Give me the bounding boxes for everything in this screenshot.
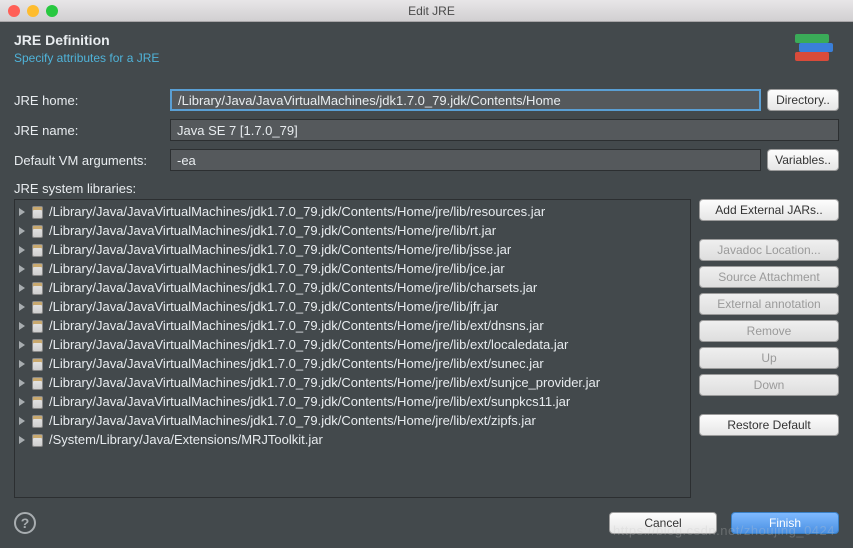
list-item-label: /Library/Java/JavaVirtualMachines/jdk1.7… bbox=[49, 412, 536, 429]
directory-button[interactable]: Directory.. bbox=[767, 89, 839, 111]
jre-name-input[interactable] bbox=[170, 119, 839, 141]
jar-icon bbox=[29, 319, 45, 333]
jar-icon bbox=[29, 281, 45, 295]
jar-icon bbox=[29, 262, 45, 276]
list-item[interactable]: /Library/Java/JavaVirtualMachines/jdk1.7… bbox=[15, 259, 690, 278]
jar-icon bbox=[29, 357, 45, 371]
list-item[interactable]: /Library/Java/JavaVirtualMachines/jdk1.7… bbox=[15, 316, 690, 335]
chevron-right-icon[interactable] bbox=[19, 379, 25, 387]
list-item[interactable]: /Library/Java/JavaVirtualMachines/jdk1.7… bbox=[15, 373, 690, 392]
list-item-label: /Library/Java/JavaVirtualMachines/jdk1.7… bbox=[49, 336, 568, 353]
down-button[interactable]: Down bbox=[699, 374, 839, 396]
javadoc-location-button[interactable]: Javadoc Location... bbox=[699, 239, 839, 261]
variables-button[interactable]: Variables.. bbox=[767, 149, 839, 171]
list-item-label: /Library/Java/JavaVirtualMachines/jdk1.7… bbox=[49, 393, 570, 410]
list-item-label: /Library/Java/JavaVirtualMachines/jdk1.7… bbox=[49, 279, 537, 296]
list-item[interactable]: /Library/Java/JavaVirtualMachines/jdk1.7… bbox=[15, 392, 690, 411]
list-item-label: /Library/Java/JavaVirtualMachines/jdk1.7… bbox=[49, 355, 544, 372]
chevron-right-icon[interactable] bbox=[19, 398, 25, 406]
list-item-label: /Library/Java/JavaVirtualMachines/jdk1.7… bbox=[49, 203, 545, 220]
jar-icon bbox=[29, 300, 45, 314]
chevron-right-icon[interactable] bbox=[19, 208, 25, 216]
dialog-footer: ? Cancel Finish bbox=[0, 502, 853, 548]
list-item-label: /Library/Java/JavaVirtualMachines/jdk1.7… bbox=[49, 222, 496, 239]
list-item[interactable]: /System/Library/Java/Extensions/MRJToolk… bbox=[15, 430, 690, 449]
list-item-label: /System/Library/Java/Extensions/MRJToolk… bbox=[49, 431, 323, 448]
jar-icon bbox=[29, 338, 45, 352]
content-area: JRE home: Directory.. JRE name: Default … bbox=[0, 81, 853, 502]
jar-icon bbox=[29, 205, 45, 219]
libraries-label: JRE system libraries: bbox=[14, 181, 839, 196]
chevron-right-icon[interactable] bbox=[19, 360, 25, 368]
restore-default-button[interactable]: Restore Default bbox=[699, 414, 839, 436]
list-item[interactable]: /Library/Java/JavaVirtualMachines/jdk1.7… bbox=[15, 202, 690, 221]
remove-button[interactable]: Remove bbox=[699, 320, 839, 342]
external-annotation-button[interactable]: External annotation bbox=[699, 293, 839, 315]
list-item[interactable]: /Library/Java/JavaVirtualMachines/jdk1.7… bbox=[15, 297, 690, 316]
list-item-label: /Library/Java/JavaVirtualMachines/jdk1.7… bbox=[49, 260, 505, 277]
list-item-label: /Library/Java/JavaVirtualMachines/jdk1.7… bbox=[49, 298, 498, 315]
chevron-right-icon[interactable] bbox=[19, 341, 25, 349]
add-external-jars-button[interactable]: Add External JARs.. bbox=[699, 199, 839, 221]
window-title: Edit JRE bbox=[18, 4, 845, 18]
jar-icon bbox=[29, 376, 45, 390]
list-item[interactable]: /Library/Java/JavaVirtualMachines/jdk1.7… bbox=[15, 221, 690, 240]
libraries-list[interactable]: /Library/Java/JavaVirtualMachines/jdk1.7… bbox=[14, 199, 691, 498]
chevron-right-icon[interactable] bbox=[19, 227, 25, 235]
header-subtitle: Specify attributes for a JRE bbox=[14, 51, 159, 65]
list-item[interactable]: /Library/Java/JavaVirtualMachines/jdk1.7… bbox=[15, 240, 690, 259]
jre-home-label: JRE home: bbox=[14, 93, 170, 108]
jar-icon bbox=[29, 433, 45, 447]
help-icon[interactable]: ? bbox=[14, 512, 36, 534]
jar-icon bbox=[29, 395, 45, 409]
vm-args-label: Default VM arguments: bbox=[14, 153, 170, 168]
list-item[interactable]: /Library/Java/JavaVirtualMachines/jdk1.7… bbox=[15, 411, 690, 430]
library-buttons: Add External JARs.. Javadoc Location... … bbox=[699, 199, 839, 498]
up-button[interactable]: Up bbox=[699, 347, 839, 369]
chevron-right-icon[interactable] bbox=[19, 417, 25, 425]
list-item-label: /Library/Java/JavaVirtualMachines/jdk1.7… bbox=[49, 317, 544, 334]
chevron-right-icon[interactable] bbox=[19, 303, 25, 311]
library-icon bbox=[791, 32, 839, 73]
chevron-right-icon[interactable] bbox=[19, 246, 25, 254]
list-item-label: /Library/Java/JavaVirtualMachines/jdk1.7… bbox=[49, 241, 511, 258]
jar-icon bbox=[29, 224, 45, 238]
list-item[interactable]: /Library/Java/JavaVirtualMachines/jdk1.7… bbox=[15, 354, 690, 373]
list-item[interactable]: /Library/Java/JavaVirtualMachines/jdk1.7… bbox=[15, 278, 690, 297]
cancel-button[interactable]: Cancel bbox=[609, 512, 717, 534]
list-item-label: /Library/Java/JavaVirtualMachines/jdk1.7… bbox=[49, 374, 600, 391]
chevron-right-icon[interactable] bbox=[19, 436, 25, 444]
finish-button[interactable]: Finish bbox=[731, 512, 839, 534]
dialog-header: JRE Definition Specify attributes for a … bbox=[0, 22, 853, 81]
source-attachment-button[interactable]: Source Attachment bbox=[699, 266, 839, 288]
jar-icon bbox=[29, 243, 45, 257]
jar-icon bbox=[29, 414, 45, 428]
list-item[interactable]: /Library/Java/JavaVirtualMachines/jdk1.7… bbox=[15, 335, 690, 354]
chevron-right-icon[interactable] bbox=[19, 284, 25, 292]
jre-name-label: JRE name: bbox=[14, 123, 170, 138]
vm-args-input[interactable] bbox=[170, 149, 761, 171]
chevron-right-icon[interactable] bbox=[19, 265, 25, 273]
jre-home-input[interactable] bbox=[170, 89, 761, 111]
header-title: JRE Definition bbox=[14, 32, 159, 48]
chevron-right-icon[interactable] bbox=[19, 322, 25, 330]
titlebar: Edit JRE bbox=[0, 0, 853, 22]
